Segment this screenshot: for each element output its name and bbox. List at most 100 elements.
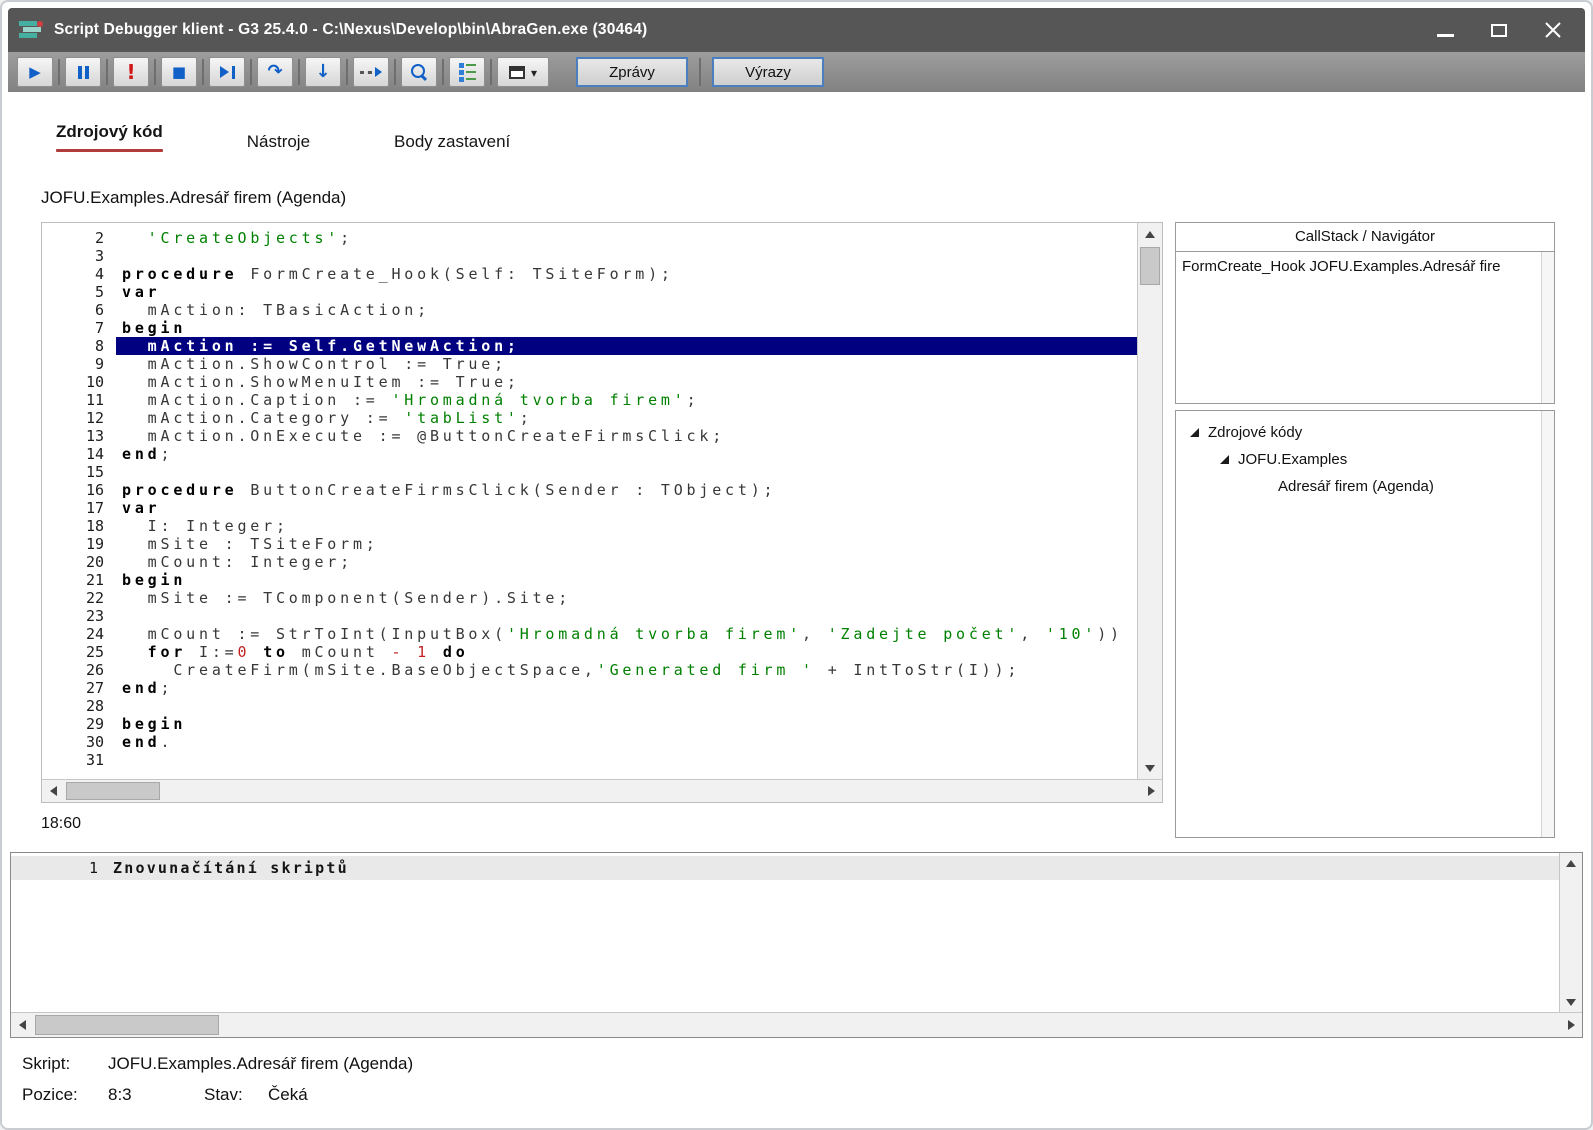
code-line[interactable]: var xyxy=(116,499,1137,517)
run-to-cursor-button[interactable] xyxy=(353,57,389,87)
code-line[interactable]: begin xyxy=(116,715,1137,733)
code-line[interactable]: mAction.ShowControl := True; xyxy=(116,355,1137,373)
line-number[interactable]: 28 xyxy=(42,697,104,715)
line-number[interactable]: 14 xyxy=(42,445,104,463)
line-gutter[interactable]: 2345678910111213141516171819202122232425… xyxy=(42,223,116,779)
line-number[interactable]: 3 xyxy=(42,247,104,265)
expressions-panel-button[interactable]: Výrazy xyxy=(712,57,824,87)
tree-item[interactable]: Zdrojové kódy xyxy=(1176,419,1541,446)
scrollbar-track[interactable] xyxy=(1560,873,1582,992)
scroll-left-button[interactable] xyxy=(42,780,64,802)
messages-horizontal-scrollbar[interactable] xyxy=(11,1012,1582,1037)
tree-item[interactable]: Adresář firem (Agenda) xyxy=(1176,473,1541,500)
code-line[interactable]: procedure FormCreate_Hook(Self: TSiteFor… xyxy=(116,265,1137,283)
code-line[interactable]: mAction.ShowMenuItem := True; xyxy=(116,373,1137,391)
code-line[interactable] xyxy=(116,247,1137,265)
line-number[interactable]: 15 xyxy=(42,463,104,481)
code-line[interactable] xyxy=(116,607,1137,625)
tree-item[interactable]: JOFU.Examples xyxy=(1176,446,1541,473)
code-line[interactable]: var xyxy=(116,283,1137,301)
callstack-scrollbar[interactable] xyxy=(1541,252,1554,403)
code-line[interactable] xyxy=(116,751,1137,769)
messages-vertical-scrollbar[interactable] xyxy=(1559,853,1582,1012)
scrollbar-track[interactable] xyxy=(33,1013,1560,1037)
editor-horizontal-scrollbar[interactable] xyxy=(42,779,1162,802)
code-line[interactable]: end; xyxy=(116,445,1137,463)
scrollbar-track[interactable] xyxy=(64,780,1140,802)
line-number[interactable]: 18 xyxy=(42,517,104,535)
code-line[interactable]: mCount := StrToInt(InputBox('Hromadná tv… xyxy=(116,625,1137,643)
run-button[interactable]: ▶ xyxy=(17,57,53,87)
line-number[interactable]: 12 xyxy=(42,409,104,427)
scrollbar-track[interactable] xyxy=(1138,245,1162,757)
line-number[interactable]: 11 xyxy=(42,391,104,409)
inspect-button[interactable] xyxy=(401,57,437,87)
line-number[interactable]: 24 xyxy=(42,625,104,643)
stop-button[interactable]: ■ xyxy=(161,57,197,87)
scroll-up-button[interactable] xyxy=(1560,853,1582,873)
line-number[interactable]: 7 xyxy=(42,319,104,337)
line-number[interactable]: 21 xyxy=(42,571,104,589)
break-button[interactable]: ! xyxy=(113,57,149,87)
callstack-list[interactable]: FormCreate_Hook JOFU.Examples.Adresář fi… xyxy=(1176,252,1541,403)
code-line[interactable] xyxy=(116,697,1137,715)
code-line[interactable]: mAction: TBasicAction; xyxy=(116,301,1137,319)
code-line[interactable]: mAction.Caption := 'Hromadná tvorba fire… xyxy=(116,391,1137,409)
scrollbar-thumb[interactable] xyxy=(1140,247,1160,285)
tab-source-code[interactable]: Zdrojový kód xyxy=(56,122,163,152)
code-line[interactable]: mCount: Integer; xyxy=(116,553,1137,571)
editor-vertical-scrollbar[interactable] xyxy=(1137,223,1162,779)
code-line[interactable]: mAction.OnExecute := @ButtonCreateFirmsC… xyxy=(116,427,1137,445)
code-line[interactable]: mAction.Category := 'tabList'; xyxy=(116,409,1137,427)
line-number[interactable]: 6 xyxy=(42,301,104,319)
line-number[interactable]: 30 xyxy=(42,733,104,751)
step-next-button[interactable] xyxy=(209,57,245,87)
tree-scrollbar[interactable] xyxy=(1541,411,1554,837)
line-number[interactable]: 8 xyxy=(42,337,104,355)
scrollbar-thumb[interactable] xyxy=(35,1015,219,1035)
scrollbar-thumb[interactable] xyxy=(66,782,160,800)
line-number[interactable]: 13 xyxy=(42,427,104,445)
scroll-left-button[interactable] xyxy=(11,1013,33,1037)
line-number[interactable]: 31 xyxy=(42,751,104,769)
callstack-entry[interactable]: FormCreate_Hook JOFU.Examples.Adresář fi… xyxy=(1182,256,1541,280)
code-line[interactable] xyxy=(116,463,1137,481)
source-tree[interactable]: Zdrojové kódyJOFU.ExamplesAdresář firem … xyxy=(1176,411,1541,837)
call-hierarchy-button[interactable] xyxy=(449,57,485,87)
tab-tools[interactable]: Nástroje xyxy=(247,132,310,152)
message-row[interactable]: 1Znovunačítání skriptů xyxy=(11,856,1559,880)
code-area[interactable]: 'CreateObjects'; procedure FormCreate_Ho… xyxy=(116,223,1137,779)
scroll-up-button[interactable] xyxy=(1138,223,1162,245)
expanded-triangle-icon[interactable] xyxy=(1190,428,1199,437)
line-number[interactable]: 2 xyxy=(42,229,104,247)
step-into-button[interactable]: ↓ xyxy=(305,57,341,87)
message-rows[interactable]: 1Znovunačítání skriptů xyxy=(11,853,1559,1012)
code-line[interactable]: mSite := TComponent(Sender).Site; xyxy=(116,589,1137,607)
line-number[interactable]: 20 xyxy=(42,553,104,571)
line-number[interactable]: 9 xyxy=(42,355,104,373)
messages-panel-button[interactable]: Zprávy xyxy=(576,57,688,87)
line-number[interactable]: 16 xyxy=(42,481,104,499)
scroll-down-button[interactable] xyxy=(1138,757,1162,779)
close-button[interactable] xyxy=(1541,18,1565,42)
current-line[interactable]: mAction := Self.GetNewAction; xyxy=(116,337,1137,355)
code-line[interactable]: begin xyxy=(116,571,1137,589)
line-number[interactable]: 23 xyxy=(42,607,104,625)
line-number[interactable]: 27 xyxy=(42,679,104,697)
line-number[interactable]: 22 xyxy=(42,589,104,607)
line-number[interactable]: 4 xyxy=(42,265,104,283)
line-number[interactable]: 25 xyxy=(42,643,104,661)
expanded-triangle-icon[interactable] xyxy=(1220,455,1229,464)
scroll-down-button[interactable] xyxy=(1560,992,1582,1012)
step-over-button[interactable]: ↷ xyxy=(257,57,293,87)
code-editor[interactable]: 2345678910111213141516171819202122232425… xyxy=(41,222,1163,803)
scroll-right-button[interactable] xyxy=(1140,780,1162,802)
line-number[interactable]: 10 xyxy=(42,373,104,391)
line-number[interactable]: 5 xyxy=(42,283,104,301)
line-number[interactable]: 17 xyxy=(42,499,104,517)
code-line[interactable]: CreateFirm(mSite.BaseObjectSpace,'Genera… xyxy=(116,661,1137,679)
code-line[interactable]: for I:=0 to mCount - 1 do xyxy=(116,643,1137,661)
code-line[interactable]: mSite : TSiteForm; xyxy=(116,535,1137,553)
code-line[interactable]: begin xyxy=(116,319,1137,337)
code-line[interactable]: procedure ButtonCreateFirmsClick(Sender … xyxy=(116,481,1137,499)
